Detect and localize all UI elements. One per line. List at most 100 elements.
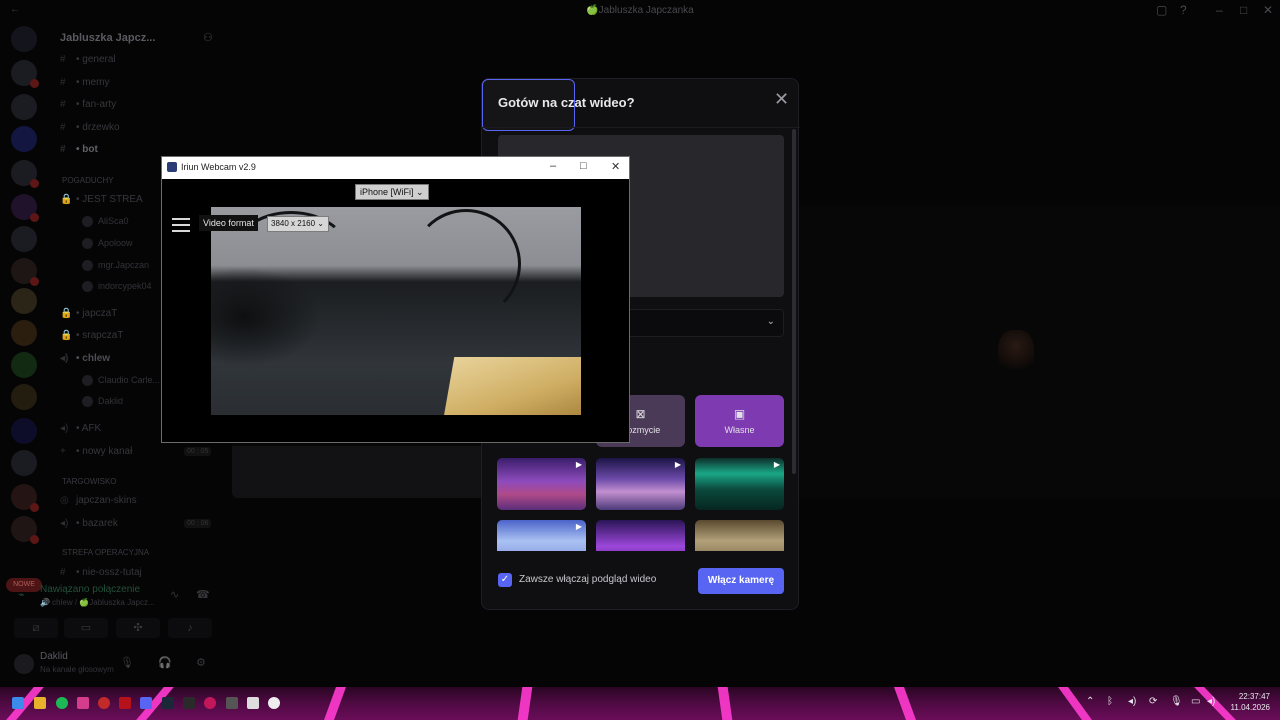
- background-thumbnail[interactable]: [596, 520, 685, 551]
- server-icon[interactable]: [11, 94, 37, 120]
- voice-channel-afk[interactable]: ◂) • AFK: [60, 423, 101, 434]
- voice-channel-bazarek[interactable]: ◂) • bazarek: [60, 518, 118, 529]
- network-icon[interactable]: ▭: [1191, 696, 1200, 707]
- voice-status: Nawiązano połączenie: [40, 584, 141, 595]
- channel-nie-ossz-tutaj[interactable]: # • nie-ossz-tutaj: [60, 567, 142, 578]
- close-window-icon[interactable]: ✕: [1263, 3, 1273, 17]
- server-icon[interactable]: [11, 160, 39, 188]
- server-icon[interactable]: [11, 258, 39, 286]
- source-select[interactable]: iPhone [WiFi] ⌄: [355, 184, 429, 200]
- server-icon[interactable]: [11, 484, 39, 512]
- github-icon[interactable]: [226, 697, 238, 709]
- server-icon[interactable]: [11, 288, 37, 314]
- gear-icon[interactable]: ⚙: [196, 656, 206, 669]
- avatar[interactable]: [14, 654, 34, 674]
- maximize-icon[interactable]: □: [1240, 3, 1247, 17]
- chevron-up-icon[interactable]: ⌃: [1086, 696, 1094, 707]
- microphone-icon[interactable]: 🎙: [1170, 696, 1183, 707]
- maximize-icon[interactable]: □: [580, 160, 587, 172]
- background-thumbnail[interactable]: ▶: [497, 520, 586, 551]
- opera-icon[interactable]: [204, 697, 216, 709]
- file-explorer-icon[interactable]: [34, 697, 46, 709]
- minimize-icon[interactable]: –: [1216, 3, 1223, 17]
- signal-icon[interactable]: ⌁: [18, 588, 25, 601]
- soundboard-button[interactable]: ♪: [168, 618, 212, 638]
- help-icon[interactable]: ?: [1180, 3, 1187, 17]
- background-option-custom[interactable]: ▣ Własne: [695, 395, 784, 447]
- server-icon[interactable]: [11, 418, 37, 444]
- category-targowisko[interactable]: TARGOWISKO: [62, 477, 117, 486]
- steam-icon[interactable]: [162, 697, 174, 709]
- voice-user[interactable]: AliSca0: [82, 216, 129, 227]
- server-icon[interactable]: [11, 516, 39, 544]
- noise-suppression-icon[interactable]: ∿: [170, 588, 179, 601]
- microphone-icon[interactable]: 🎙: [120, 656, 134, 669]
- sync-icon[interactable]: ⟳: [1149, 696, 1157, 707]
- guild-name[interactable]: Jabluszka Japcz...: [60, 32, 155, 44]
- voice-timer: 00 : 06: [184, 519, 212, 528]
- voice-user[interactable]: Apoloow: [82, 238, 133, 249]
- voice-channel-chlew[interactable]: ◂) • chlew: [60, 353, 110, 364]
- app-icon[interactable]: [247, 697, 259, 709]
- modal-scrollbar[interactable]: [792, 129, 796, 474]
- volume-icon[interactable]: ◂): [1128, 696, 1136, 707]
- check-icon[interactable]: ✓: [498, 573, 512, 587]
- category-pogaduchy[interactable]: POGADUCHY: [62, 176, 114, 185]
- mega-icon[interactable]: [119, 697, 131, 709]
- close-icon[interactable]: ✕: [774, 89, 789, 110]
- voice-channel-srapczat[interactable]: 🔒 • srapczaT: [60, 330, 123, 341]
- clock[interactable]: 22:37:47 11.04.2026: [1224, 691, 1270, 713]
- add-member-icon[interactable]: ⚇: [203, 31, 213, 44]
- voice-channel-japczat[interactable]: 🔒 • japczaT: [60, 308, 117, 319]
- bluetooth-icon[interactable]: ᛒ: [1107, 696, 1113, 707]
- screenshare-button[interactable]: ▭: [64, 618, 108, 638]
- server-icon[interactable]: [11, 60, 39, 88]
- enable-camera-button[interactable]: Włącz kamerę: [698, 568, 784, 594]
- user-name[interactable]: Daklid: [40, 651, 68, 662]
- voice-channel-path[interactable]: 🔊 chlew / 🍏Jabluszka Japcz...: [40, 598, 155, 607]
- window-titlebar: ← 🍏Jabluszka Japczanka ▢ ? – □ ✕: [0, 0, 1280, 22]
- discord-home-icon[interactable]: [11, 26, 37, 52]
- background-thumbnail[interactable]: ▶: [596, 458, 685, 510]
- instagram-icon[interactable]: [77, 697, 89, 709]
- background-thumbnail[interactable]: [695, 520, 784, 551]
- background-thumbnail[interactable]: ▶: [497, 458, 586, 510]
- start-icon[interactable]: [12, 697, 24, 709]
- minimize-icon[interactable]: –: [550, 160, 556, 172]
- terminal-icon[interactable]: [183, 697, 195, 709]
- camera-button[interactable]: ⧄: [14, 618, 58, 638]
- app-icon[interactable]: [98, 697, 110, 709]
- spotify-icon[interactable]: [56, 697, 68, 709]
- menu-icon[interactable]: [172, 218, 190, 232]
- channel-bot[interactable]: # • bot: [60, 144, 98, 155]
- speaker-icon[interactable]: ◂): [1207, 696, 1215, 707]
- channel-general[interactable]: # • general: [60, 54, 116, 65]
- video-format-select[interactable]: 3840 x 2160 ⌄: [267, 216, 329, 232]
- category-strefa-operacyjna[interactable]: STREFA OPERACYJNA: [62, 548, 149, 557]
- iriun-taskbar-icon[interactable]: [268, 697, 280, 709]
- inbox-icon[interactable]: ▢: [1156, 3, 1167, 17]
- server-icon[interactable]: [11, 194, 39, 222]
- channel-fan-arty[interactable]: # • fan-arty: [60, 99, 116, 110]
- server-icon[interactable]: [11, 126, 37, 152]
- voice-user[interactable]: Daklid: [82, 396, 123, 407]
- server-icon[interactable]: [11, 226, 37, 252]
- server-icon-active[interactable]: [11, 352, 37, 378]
- discord-icon[interactable]: [140, 697, 152, 709]
- voice-user[interactable]: mgr.Japczan: [82, 260, 149, 271]
- activities-button[interactable]: ✣: [116, 618, 160, 638]
- background-thumbnail[interactable]: ▶: [695, 458, 784, 510]
- disconnect-icon[interactable]: ☎: [196, 588, 210, 601]
- voice-user[interactable]: Claudio Carle...: [82, 375, 160, 386]
- server-icon[interactable]: [11, 450, 37, 476]
- server-icon[interactable]: [11, 320, 37, 346]
- voice-channel-jest-strea[interactable]: 🔒 • JEST STREA: [60, 194, 143, 205]
- headphones-icon[interactable]: 🎧: [158, 656, 172, 669]
- close-icon[interactable]: ✕: [611, 160, 620, 173]
- forum-japczan-skins[interactable]: ◎ japczan-skins: [60, 495, 137, 506]
- channel-drzewko[interactable]: # • drzewko: [60, 122, 120, 133]
- server-icon[interactable]: [11, 384, 37, 410]
- voice-channel-nowy-kanal[interactable]: + • nowy kanał: [60, 446, 132, 457]
- voice-user[interactable]: indorcypek04: [82, 281, 152, 292]
- channel-memy[interactable]: # • memy: [60, 77, 110, 88]
